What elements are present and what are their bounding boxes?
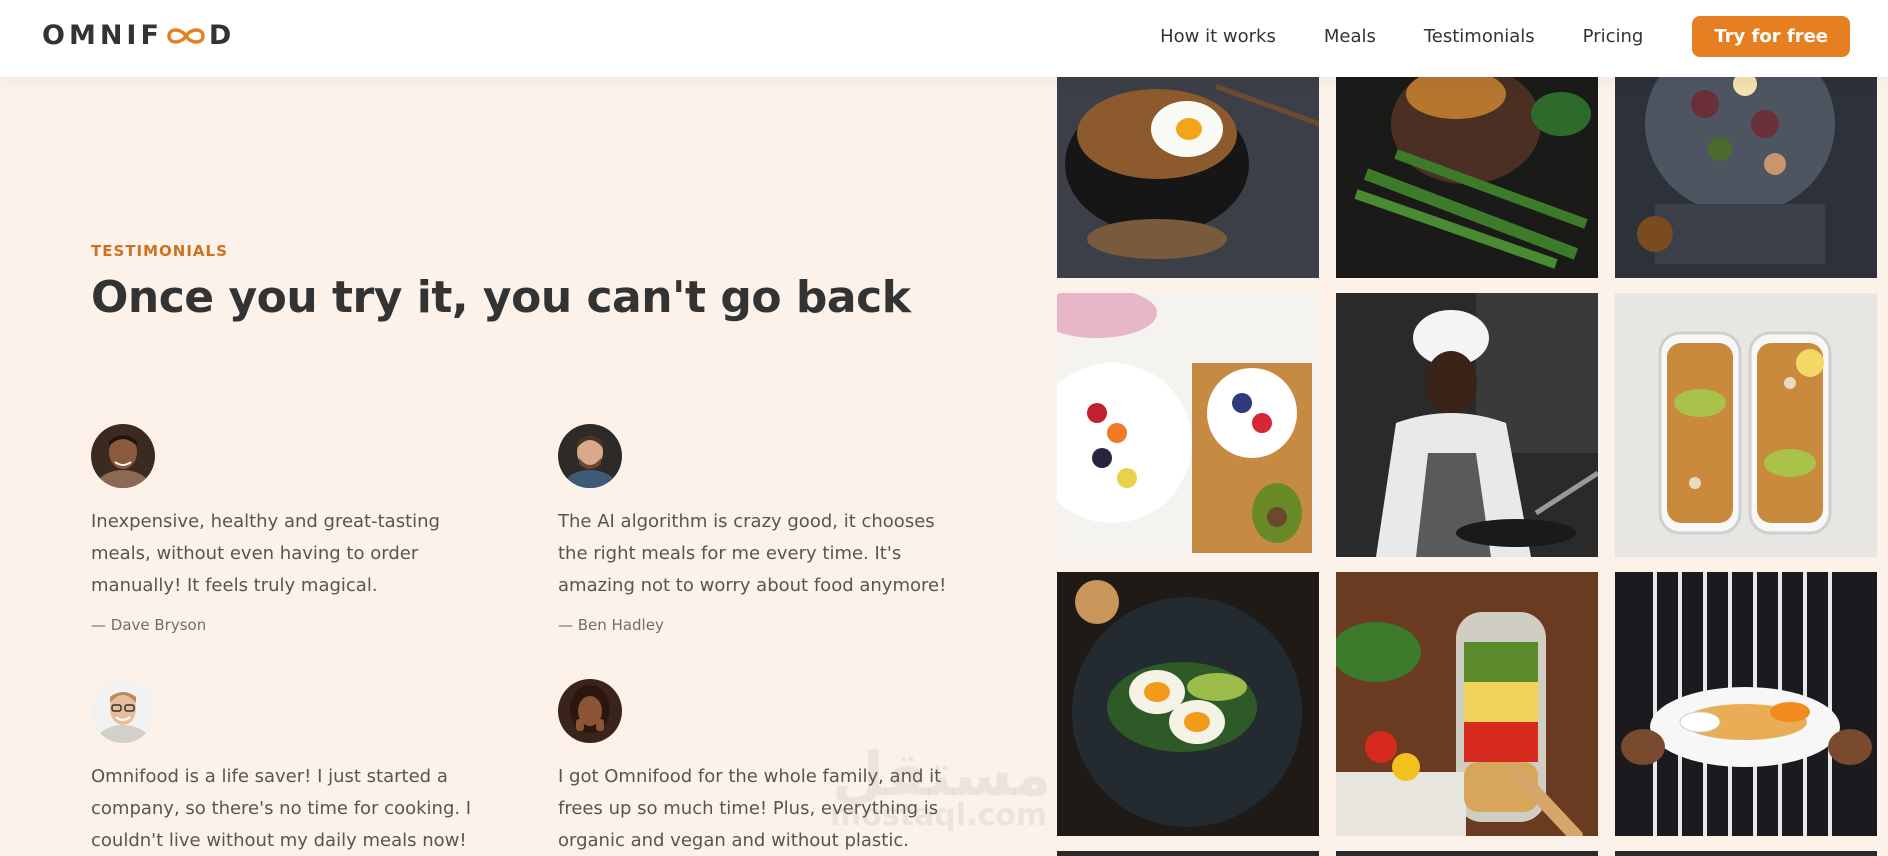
nav-link-pricing[interactable]: Pricing	[1583, 26, 1644, 47]
gallery-photo-chef-cooking	[1336, 293, 1598, 557]
avatar	[558, 679, 622, 743]
gallery-photo-chef-plate	[1615, 572, 1877, 836]
testimonial-author: — Ben Hadley	[558, 616, 664, 634]
gallery-photo-fruit-bowl	[1057, 293, 1319, 557]
logo-text-right: D	[208, 20, 236, 51]
nav-link-meals[interactable]: Meals	[1324, 26, 1376, 47]
avatar	[91, 679, 155, 743]
testimonial-card: Omnifood is a life saver! I just started…	[91, 679, 501, 856]
watermark-latin: mostaql.com	[830, 798, 1048, 833]
testimonial-text: The AI algorithm is crazy good, it choos…	[558, 511, 947, 596]
testimonial-author: — Dave Bryson	[91, 616, 207, 634]
avatar	[91, 424, 155, 488]
gallery-photo-partial	[1057, 851, 1319, 856]
testimonial-text: Omnifood is a life saver! I just started…	[91, 766, 472, 851]
infinity-logo-icon	[165, 25, 207, 47]
avatar	[558, 424, 622, 488]
gallery-photo-meal-prep	[1615, 293, 1877, 557]
try-for-free-button[interactable]: Try for free	[1692, 16, 1850, 57]
logo-text-left: OMNIF	[42, 20, 163, 51]
gallery-photo-salad-jar	[1336, 572, 1598, 836]
main-nav: How it works Meals Testimonials Pricing …	[1112, 16, 1850, 57]
logo[interactable]: OMNIF D	[42, 20, 235, 51]
section-subheading: TESTIMONIALS	[91, 242, 228, 260]
gallery-photo-partial	[1336, 851, 1598, 856]
nav-link-how-it-works[interactable]: How it works	[1160, 26, 1276, 47]
testimonial-card: Inexpensive, healthy and great-tasting m…	[91, 424, 501, 634]
section-title: Once you try it, you can't go back	[91, 272, 911, 323]
nav-link-testimonials[interactable]: Testimonials	[1424, 26, 1535, 47]
testimonial-text: Inexpensive, healthy and great-tasting m…	[91, 511, 440, 596]
testimonial-card: The AI algorithm is crazy good, it choos…	[558, 424, 968, 634]
gallery-photo-egg-avocado-toast	[1057, 572, 1319, 836]
site-header: OMNIF D How it works Meals Testimonials …	[0, 0, 1888, 77]
gallery-photo-partial	[1615, 851, 1877, 856]
